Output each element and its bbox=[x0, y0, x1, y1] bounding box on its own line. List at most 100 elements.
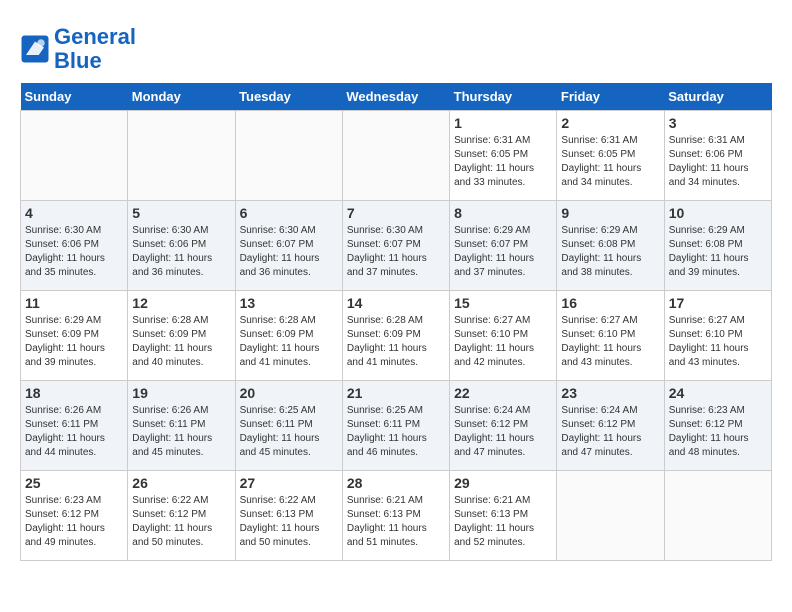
day-info: Sunrise: 6:21 AMSunset: 6:13 PMDaylight:… bbox=[454, 494, 552, 550]
day-info: Sunrise: 6:30 AMSunset: 6:07 PMDaylight:… bbox=[240, 224, 338, 280]
logo-text: GeneralBlue bbox=[54, 25, 136, 73]
calendar-cell: 3 Sunrise: 6:31 AMSunset: 6:06 PMDaylight… bbox=[664, 111, 771, 201]
day-info: Sunrise: 6:31 AMSunset: 6:06 PMDaylight:… bbox=[669, 134, 767, 190]
day-info: Sunrise: 6:23 AMSunset: 6:12 PMDaylight:… bbox=[669, 404, 767, 460]
calendar-cell: 21 Sunrise: 6:25 AMSunset: 6:11 PMDayligh… bbox=[342, 381, 449, 471]
day-info: Sunrise: 6:30 AMSunset: 6:07 PMDaylight:… bbox=[347, 224, 445, 280]
day-number: 11 bbox=[25, 295, 123, 311]
day-info: Sunrise: 6:26 AMSunset: 6:11 PMDaylight:… bbox=[25, 404, 123, 460]
day-number: 20 bbox=[240, 385, 338, 401]
day-number: 18 bbox=[25, 385, 123, 401]
header-saturday: Saturday bbox=[664, 83, 771, 111]
day-number: 8 bbox=[454, 205, 552, 221]
calendar-week-row: 11 Sunrise: 6:29 AMSunset: 6:09 PMDayligh… bbox=[21, 291, 772, 381]
day-info: Sunrise: 6:22 AMSunset: 6:13 PMDaylight:… bbox=[240, 494, 338, 550]
calendar-cell bbox=[128, 111, 235, 201]
calendar-week-row: 18 Sunrise: 6:26 AMSunset: 6:11 PMDayligh… bbox=[21, 381, 772, 471]
day-number: 3 bbox=[669, 115, 767, 131]
calendar-cell: 1 Sunrise: 6:31 AMSunset: 6:05 PMDaylight… bbox=[450, 111, 557, 201]
day-number: 2 bbox=[561, 115, 659, 131]
calendar-cell: 5 Sunrise: 6:30 AMSunset: 6:06 PMDaylight… bbox=[128, 201, 235, 291]
day-info: Sunrise: 6:24 AMSunset: 6:12 PMDaylight:… bbox=[454, 404, 552, 460]
day-info: Sunrise: 6:23 AMSunset: 6:12 PMDaylight:… bbox=[25, 494, 123, 550]
calendar-cell: 26 Sunrise: 6:22 AMSunset: 6:12 PMDayligh… bbox=[128, 471, 235, 561]
day-info: Sunrise: 6:31 AMSunset: 6:05 PMDaylight:… bbox=[454, 134, 552, 190]
calendar-cell: 12Sunrise: 6:28 AMSunset: 6:09 PMDayligh… bbox=[128, 291, 235, 381]
calendar-cell: 11 Sunrise: 6:29 AMSunset: 6:09 PMDayligh… bbox=[21, 291, 128, 381]
day-number: 23 bbox=[561, 385, 659, 401]
day-number: 10 bbox=[669, 205, 767, 221]
day-number: 19 bbox=[132, 385, 230, 401]
logo-icon bbox=[20, 34, 50, 64]
calendar-cell: 14 Sunrise: 6:28 AMSunset: 6:09 PMDayligh… bbox=[342, 291, 449, 381]
day-info: Sunrise: 6:29 AMSunset: 6:08 PMDaylight:… bbox=[561, 224, 659, 280]
day-number: 16 bbox=[561, 295, 659, 311]
calendar-cell: 27 Sunrise: 6:22 AMSunset: 6:13 PMDayligh… bbox=[235, 471, 342, 561]
calendar-cell: 13 Sunrise: 6:28 AMSunset: 6:09 PMDayligh… bbox=[235, 291, 342, 381]
day-number: 27 bbox=[240, 475, 338, 491]
calendar-week-row: 25 Sunrise: 6:23 AMSunset: 6:12 PMDayligh… bbox=[21, 471, 772, 561]
day-info: Sunrise: 6:21 AMSunset: 6:13 PMDaylight:… bbox=[347, 494, 445, 550]
calendar-cell bbox=[235, 111, 342, 201]
calendar-cell bbox=[342, 111, 449, 201]
day-number: 17 bbox=[669, 295, 767, 311]
day-number: 14 bbox=[347, 295, 445, 311]
day-info: Sunrise: 6:30 AMSunset: 6:06 PMDaylight:… bbox=[132, 224, 230, 280]
day-info: Sunrise: 6:27 AMSunset: 6:10 PMDaylight:… bbox=[669, 314, 767, 370]
calendar-cell: 19 Sunrise: 6:26 AMSunset: 6:11 PMDayligh… bbox=[128, 381, 235, 471]
calendar-cell bbox=[21, 111, 128, 201]
day-number: 25 bbox=[25, 475, 123, 491]
day-number: 29 bbox=[454, 475, 552, 491]
page-header: GeneralBlue bbox=[20, 20, 772, 73]
day-number: 12 bbox=[132, 295, 230, 311]
calendar-table: SundayMondayTuesdayWednesdayThursdayFrid… bbox=[20, 83, 772, 561]
calendar-week-row: 1 Sunrise: 6:31 AMSunset: 6:05 PMDaylight… bbox=[21, 111, 772, 201]
day-info: Sunrise: 6:28 AMSunset: 6:09 PMDaylight:… bbox=[347, 314, 445, 370]
calendar-header-row: SundayMondayTuesdayWednesdayThursdayFrid… bbox=[21, 83, 772, 111]
day-number: 6 bbox=[240, 205, 338, 221]
day-number: 9 bbox=[561, 205, 659, 221]
day-number: 24 bbox=[669, 385, 767, 401]
calendar-cell: 17 Sunrise: 6:27 AMSunset: 6:10 PMDayligh… bbox=[664, 291, 771, 381]
calendar-cell: 9 Sunrise: 6:29 AMSunset: 6:08 PMDaylight… bbox=[557, 201, 664, 291]
day-info: Sunrise: 6:25 AMSunset: 6:11 PMDaylight:… bbox=[347, 404, 445, 460]
calendar-cell: 25 Sunrise: 6:23 AMSunset: 6:12 PMDayligh… bbox=[21, 471, 128, 561]
day-info: Sunrise: 6:26 AMSunset: 6:11 PMDaylight:… bbox=[132, 404, 230, 460]
calendar-cell: 23Sunrise: 6:24 AMSunset: 6:12 PMDayligh… bbox=[557, 381, 664, 471]
calendar-cell bbox=[557, 471, 664, 561]
day-info: Sunrise: 6:31 AMSunset: 6:05 PMDaylight:… bbox=[561, 134, 659, 190]
header-friday: Friday bbox=[557, 83, 664, 111]
day-number: 28 bbox=[347, 475, 445, 491]
calendar-cell: 4Sunrise: 6:30 AMSunset: 6:06 PMDaylight… bbox=[21, 201, 128, 291]
day-number: 26 bbox=[132, 475, 230, 491]
day-info: Sunrise: 6:28 AMSunset: 6:09 PMDaylight:… bbox=[240, 314, 338, 370]
day-number: 4 bbox=[25, 205, 123, 221]
calendar-cell: 24 Sunrise: 6:23 AMSunset: 6:12 PMDayligh… bbox=[664, 381, 771, 471]
logo: GeneralBlue bbox=[20, 25, 136, 73]
day-info: Sunrise: 6:29 AMSunset: 6:08 PMDaylight:… bbox=[669, 224, 767, 280]
header-thursday: Thursday bbox=[450, 83, 557, 111]
calendar-cell: 20Sunrise: 6:25 AMSunset: 6:11 PMDayligh… bbox=[235, 381, 342, 471]
day-info: Sunrise: 6:27 AMSunset: 6:10 PMDaylight:… bbox=[561, 314, 659, 370]
day-info: Sunrise: 6:29 AMSunset: 6:07 PMDaylight:… bbox=[454, 224, 552, 280]
day-info: Sunrise: 6:29 AMSunset: 6:09 PMDaylight:… bbox=[25, 314, 123, 370]
calendar-cell: 29 Sunrise: 6:21 AMSunset: 6:13 PMDayligh… bbox=[450, 471, 557, 561]
header-tuesday: Tuesday bbox=[235, 83, 342, 111]
calendar-cell: 28 Sunrise: 6:21 AMSunset: 6:13 PMDayligh… bbox=[342, 471, 449, 561]
day-number: 13 bbox=[240, 295, 338, 311]
header-monday: Monday bbox=[128, 83, 235, 111]
day-number: 22 bbox=[454, 385, 552, 401]
header-wednesday: Wednesday bbox=[342, 83, 449, 111]
calendar-cell: 2 Sunrise: 6:31 AMSunset: 6:05 PMDaylight… bbox=[557, 111, 664, 201]
day-number: 7 bbox=[347, 205, 445, 221]
calendar-cell: 22 Sunrise: 6:24 AMSunset: 6:12 PMDayligh… bbox=[450, 381, 557, 471]
day-info: Sunrise: 6:22 AMSunset: 6:12 PMDaylight:… bbox=[132, 494, 230, 550]
day-info: Sunrise: 6:27 AMSunset: 6:10 PMDaylight:… bbox=[454, 314, 552, 370]
day-number: 1 bbox=[454, 115, 552, 131]
calendar-cell bbox=[664, 471, 771, 561]
calendar-cell: 6 Sunrise: 6:30 AMSunset: 6:07 PMDaylight… bbox=[235, 201, 342, 291]
day-number: 21 bbox=[347, 385, 445, 401]
day-number: 5 bbox=[132, 205, 230, 221]
calendar-cell: 8 Sunrise: 6:29 AMSunset: 6:07 PMDaylight… bbox=[450, 201, 557, 291]
day-number: 15 bbox=[454, 295, 552, 311]
